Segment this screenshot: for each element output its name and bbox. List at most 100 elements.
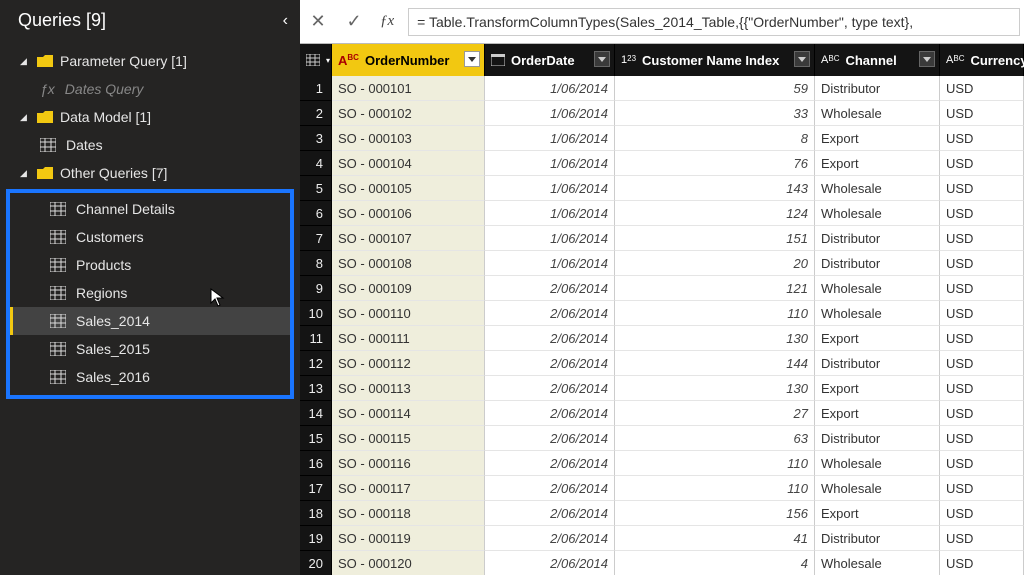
cell-orderdate[interactable]: 2/06/2014 (485, 526, 615, 551)
cell-orderdate[interactable]: 1/06/2014 (485, 201, 615, 226)
cell-customer-index[interactable]: 130 (615, 326, 815, 351)
cell-orderdate[interactable]: 2/06/2014 (485, 376, 615, 401)
table-row[interactable]: 11SO - 0001112/06/2014130ExportUSD (300, 326, 1024, 351)
cell-ordernumber[interactable]: SO - 000111 (332, 326, 485, 351)
column-header-orderdate[interactable]: OrderDate (485, 44, 615, 76)
cell-currency[interactable]: USD (940, 451, 1024, 476)
folder-parameter-query[interactable]: ◢ Parameter Query [1] (0, 47, 300, 75)
column-header-customer-index[interactable]: 123 Customer Name Index (615, 44, 815, 76)
query-dates-query[interactable]: ƒx Dates Query (0, 75, 300, 103)
cell-orderdate[interactable]: 2/06/2014 (485, 301, 615, 326)
cell-customer-index[interactable]: 156 (615, 501, 815, 526)
cell-currency[interactable]: USD (940, 551, 1024, 575)
row-number[interactable]: 8 (300, 251, 332, 276)
cell-ordernumber[interactable]: SO - 000120 (332, 551, 485, 575)
cell-orderdate[interactable]: 2/06/2014 (485, 501, 615, 526)
expand-icon[interactable]: ◢ (20, 168, 32, 179)
row-number[interactable]: 2 (300, 101, 332, 126)
cell-currency[interactable]: USD (940, 176, 1024, 201)
table-row[interactable]: 6SO - 0001061/06/2014124WholesaleUSD (300, 201, 1024, 226)
row-number[interactable]: 11 (300, 326, 332, 351)
cell-customer-index[interactable]: 59 (615, 76, 815, 101)
cell-orderdate[interactable]: 2/06/2014 (485, 276, 615, 301)
cell-currency[interactable]: USD (940, 476, 1024, 501)
cell-currency[interactable]: USD (940, 301, 1024, 326)
cell-channel[interactable]: Wholesale (815, 451, 940, 476)
formula-input[interactable]: = Table.TransformColumnTypes(Sales_2014_… (408, 8, 1020, 36)
table-row[interactable]: 20SO - 0001202/06/20144WholesaleUSD (300, 551, 1024, 575)
table-row[interactable]: 4SO - 0001041/06/201476ExportUSD (300, 151, 1024, 176)
row-number[interactable]: 13 (300, 376, 332, 401)
table-row[interactable]: 16SO - 0001162/06/2014110WholesaleUSD (300, 451, 1024, 476)
column-filter-icon[interactable] (464, 51, 480, 67)
cell-customer-index[interactable]: 151 (615, 226, 815, 251)
table-row[interactable]: 2SO - 0001021/06/201433WholesaleUSD (300, 101, 1024, 126)
cell-customer-index[interactable]: 124 (615, 201, 815, 226)
cell-currency[interactable]: USD (940, 101, 1024, 126)
collapse-sidebar-icon[interactable]: ‹ (283, 12, 288, 30)
cell-orderdate[interactable]: 2/06/2014 (485, 476, 615, 501)
cell-ordernumber[interactable]: SO - 000104 (332, 151, 485, 176)
cell-channel[interactable]: Export (815, 401, 940, 426)
cell-currency[interactable]: USD (940, 201, 1024, 226)
table-row[interactable]: 5SO - 0001051/06/2014143WholesaleUSD (300, 176, 1024, 201)
cell-channel[interactable]: Wholesale (815, 101, 940, 126)
column-header-currency[interactable]: ABC Currency (940, 44, 1024, 76)
cell-ordernumber[interactable]: SO - 000110 (332, 301, 485, 326)
cell-currency[interactable]: USD (940, 501, 1024, 526)
cell-orderdate[interactable]: 2/06/2014 (485, 351, 615, 376)
cell-channel[interactable]: Wholesale (815, 176, 940, 201)
expand-icon[interactable]: ◢ (20, 56, 32, 67)
cell-channel[interactable]: Wholesale (815, 201, 940, 226)
row-header-corner[interactable]: ▾ (300, 44, 332, 76)
table-row[interactable]: 19SO - 0001192/06/201441DistributorUSD (300, 526, 1024, 551)
cell-orderdate[interactable]: 1/06/2014 (485, 176, 615, 201)
cell-channel[interactable]: Distributor (815, 351, 940, 376)
cell-customer-index[interactable]: 41 (615, 526, 815, 551)
cell-customer-index[interactable]: 110 (615, 301, 815, 326)
cell-currency[interactable]: USD (940, 326, 1024, 351)
cell-ordernumber[interactable]: SO - 000105 (332, 176, 485, 201)
row-number[interactable]: 4 (300, 151, 332, 176)
cell-orderdate[interactable]: 2/06/2014 (485, 451, 615, 476)
cell-orderdate[interactable]: 1/06/2014 (485, 226, 615, 251)
cell-customer-index[interactable]: 4 (615, 551, 815, 575)
column-header-channel[interactable]: ABC Channel (815, 44, 940, 76)
cell-currency[interactable]: USD (940, 526, 1024, 551)
cell-customer-index[interactable]: 130 (615, 376, 815, 401)
cell-orderdate[interactable]: 2/06/2014 (485, 326, 615, 351)
cell-ordernumber[interactable]: SO - 000118 (332, 501, 485, 526)
cancel-formula-button[interactable]: ✕ (300, 0, 336, 44)
cell-channel[interactable]: Wholesale (815, 551, 940, 575)
cell-customer-index[interactable]: 33 (615, 101, 815, 126)
cell-channel[interactable]: Distributor (815, 226, 940, 251)
cell-channel[interactable]: Export (815, 501, 940, 526)
query-regions[interactable]: Regions (10, 279, 290, 307)
row-number[interactable]: 15 (300, 426, 332, 451)
query-sales-2014[interactable]: Sales_2014 (10, 307, 290, 335)
row-number[interactable]: 16 (300, 451, 332, 476)
row-number[interactable]: 9 (300, 276, 332, 301)
row-number[interactable]: 18 (300, 501, 332, 526)
cell-channel[interactable]: Distributor (815, 76, 940, 101)
cell-currency[interactable]: USD (940, 351, 1024, 376)
table-row[interactable]: 13SO - 0001132/06/2014130ExportUSD (300, 376, 1024, 401)
row-number[interactable]: 17 (300, 476, 332, 501)
row-number[interactable]: 20 (300, 551, 332, 575)
table-row[interactable]: 3SO - 0001031/06/20148ExportUSD (300, 126, 1024, 151)
cell-ordernumber[interactable]: SO - 000113 (332, 376, 485, 401)
cell-ordernumber[interactable]: SO - 000116 (332, 451, 485, 476)
table-row[interactable]: 8SO - 0001081/06/201420DistributorUSD (300, 251, 1024, 276)
cell-channel[interactable]: Distributor (815, 251, 940, 276)
query-sales-2015[interactable]: Sales_2015 (10, 335, 290, 363)
cell-ordernumber[interactable]: SO - 000112 (332, 351, 485, 376)
table-row[interactable]: 17SO - 0001172/06/2014110WholesaleUSD (300, 476, 1024, 501)
accept-formula-button[interactable]: ✓ (336, 0, 372, 44)
table-row[interactable]: 10SO - 0001102/06/2014110WholesaleUSD (300, 301, 1024, 326)
cell-channel[interactable]: Distributor (815, 526, 940, 551)
cell-ordernumber[interactable]: SO - 000103 (332, 126, 485, 151)
cell-orderdate[interactable]: 2/06/2014 (485, 426, 615, 451)
cell-ordernumber[interactable]: SO - 000108 (332, 251, 485, 276)
cell-customer-index[interactable]: 76 (615, 151, 815, 176)
query-sales-2016[interactable]: Sales_2016 (10, 363, 290, 391)
